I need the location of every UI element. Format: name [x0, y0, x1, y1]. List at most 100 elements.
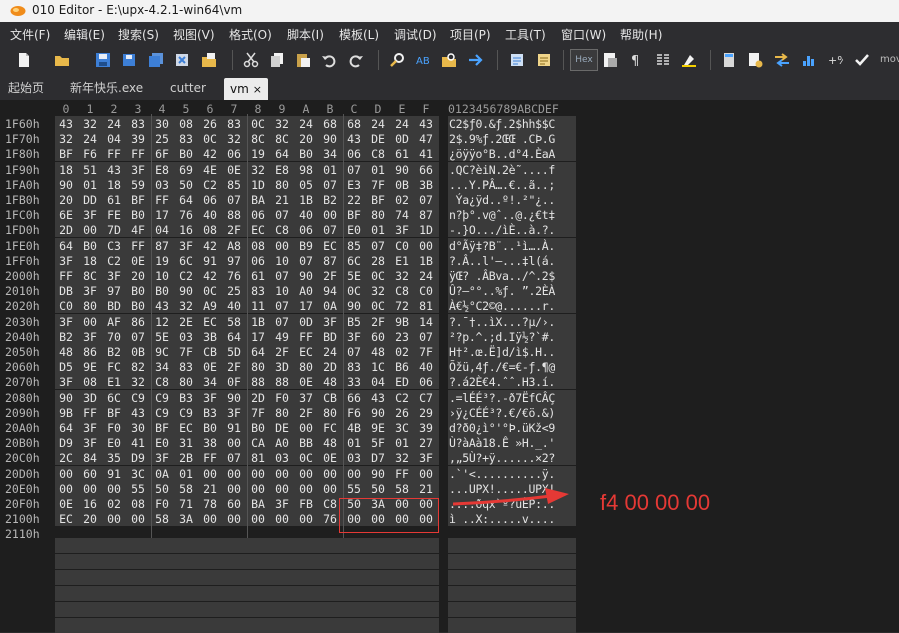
hex-byte[interactable]: B0 — [176, 147, 196, 161]
hex-byte[interactable]: 76 — [320, 512, 340, 526]
hex-byte[interactable]: 01 — [80, 178, 100, 192]
hex-byte[interactable]: 66 — [344, 391, 364, 405]
hex-byte[interactable]: FC — [104, 360, 124, 374]
hex-byte[interactable]: 41 — [416, 147, 436, 161]
hex-byte[interactable]: A8 — [224, 239, 244, 253]
hex-byte[interactable]: 37 — [296, 391, 316, 405]
hex-byte[interactable]: 3B — [416, 178, 436, 192]
hex-byte[interactable]: 78 — [200, 497, 220, 511]
hex-byte[interactable]: 00 — [224, 482, 244, 496]
menu-tools[interactable]: 工具(T) — [505, 26, 546, 43]
hex-byte[interactable]: 90 — [368, 467, 388, 481]
ascii-row[interactable]: 2$.9%ƒ.2ŒŒ .CÞ.G — [449, 132, 555, 146]
hex-byte[interactable]: 7D — [104, 223, 124, 237]
hex-byte[interactable]: 3F — [56, 375, 76, 389]
menu-script[interactable]: 脚本(I) — [287, 26, 324, 43]
hex-byte[interactable]: 02 — [392, 345, 412, 359]
hex-byte[interactable]: 3F — [104, 269, 124, 283]
hex-byte[interactable]: 76 — [224, 269, 244, 283]
menu-debug[interactable]: 调试(D) — [394, 26, 437, 43]
hex-byte[interactable]: 3D — [272, 360, 292, 374]
hex-byte[interactable]: 07 — [368, 239, 388, 253]
hex-byte[interactable]: A0 — [272, 436, 292, 450]
hex-byte[interactable]: 83 — [176, 132, 196, 146]
hex-byte[interactable]: 2B — [176, 451, 196, 465]
hex-byte[interactable]: 00 — [248, 467, 268, 481]
hex-byte[interactable]: 4B — [344, 421, 364, 435]
template-icon[interactable] — [536, 52, 552, 68]
hex-byte[interactable]: B0 — [200, 421, 220, 435]
hex-byte[interactable]: 01 — [368, 163, 388, 177]
hex-byte[interactable]: 14 — [416, 315, 436, 329]
hex-byte[interactable]: 3F — [272, 497, 292, 511]
hex-byte[interactable]: 83 — [248, 284, 268, 298]
hex-byte[interactable]: 3F — [416, 451, 436, 465]
hex-byte[interactable]: 87 — [152, 239, 172, 253]
hex-byte[interactable]: C9 — [176, 406, 196, 420]
hex-byte[interactable]: CB — [320, 391, 340, 405]
hex-byte[interactable]: 00 — [80, 482, 100, 496]
hex-byte[interactable]: 00 — [200, 467, 220, 481]
hex-byte[interactable]: FF — [128, 239, 148, 253]
hex-byte[interactable]: 07 — [224, 451, 244, 465]
hex-byte[interactable]: 58 — [392, 482, 412, 496]
hex-byte[interactable]: 5F — [368, 436, 388, 450]
hex-byte[interactable]: FF — [80, 406, 100, 420]
hex-byte[interactable]: 00 — [56, 467, 76, 481]
hex-byte[interactable]: 64 — [176, 193, 196, 207]
hex-byte[interactable]: 0E — [224, 163, 244, 177]
hex-byte[interactable]: BF — [56, 147, 76, 161]
hex-byte[interactable]: FF — [104, 147, 124, 161]
hex-byte[interactable]: 32 — [368, 284, 388, 298]
hex-byte[interactable]: 42 — [200, 239, 220, 253]
hex-byte[interactable]: E3 — [344, 178, 364, 192]
hex-byte[interactable]: 38 — [200, 436, 220, 450]
save-as-icon[interactable] — [121, 52, 137, 68]
hex-byte[interactable]: 90 — [368, 406, 388, 420]
hex-byte[interactable]: 23 — [392, 330, 412, 344]
hex-byte[interactable]: 04 — [104, 132, 124, 146]
hex-byte[interactable]: 32 — [392, 451, 412, 465]
hex-byte[interactable]: 1D — [248, 178, 268, 192]
hex-byte[interactable]: 7F — [248, 406, 268, 420]
ascii-row[interactable]: ?.Â..l'—...‡l(á. — [449, 254, 555, 268]
hex-byte[interactable]: 61 — [104, 193, 124, 207]
hex-byte[interactable]: 72 — [392, 299, 412, 313]
hex-byte[interactable]: 06 — [416, 375, 436, 389]
hex-byte[interactable]: EC — [176, 421, 196, 435]
hex-byte[interactable]: D9 — [128, 451, 148, 465]
hex-byte[interactable]: 01 — [320, 163, 340, 177]
hex-byte[interactable]: 51 — [80, 163, 100, 177]
hex-byte[interactable]: 7F — [416, 345, 436, 359]
hex-byte[interactable]: 91 — [200, 254, 220, 268]
hex-byte[interactable]: 32 — [272, 117, 292, 131]
hex-byte[interactable]: C8 — [392, 284, 412, 298]
hex-byte[interactable]: 17 — [152, 208, 172, 222]
hex-byte[interactable]: 18 — [104, 178, 124, 192]
hex-byte[interactable]: BF — [368, 193, 388, 207]
hex-byte[interactable]: 08 — [128, 497, 148, 511]
ascii-row[interactable]: Ù?àAà18.Ê »H._.' — [449, 436, 555, 450]
hex-byte[interactable]: 00 — [320, 482, 340, 496]
hex-byte[interactable]: 43 — [344, 132, 364, 146]
hex-byte[interactable]: 66 — [416, 163, 436, 177]
find-icon[interactable] — [389, 52, 405, 68]
ascii-row[interactable]: ,„5Ù?+ÿ......×2? — [449, 451, 555, 465]
hex-byte[interactable]: 8C — [248, 132, 268, 146]
hex-byte[interactable]: 32 — [56, 132, 76, 146]
hex-byte[interactable]: 49 — [272, 330, 292, 344]
hex-byte[interactable]: 31 — [176, 436, 196, 450]
hex-byte[interactable]: 48 — [56, 345, 76, 359]
hex-byte[interactable]: 00 — [272, 467, 292, 481]
hex-byte[interactable]: 07 — [128, 330, 148, 344]
hex-byte[interactable]: 35 — [104, 451, 124, 465]
menu-search[interactable]: 搜索(S) — [118, 26, 159, 43]
hex-byte[interactable]: 00 — [80, 223, 100, 237]
hex-byte[interactable]: 83 — [224, 117, 244, 131]
hex-byte[interactable]: 25 — [224, 284, 244, 298]
hex-byte[interactable]: 32 — [248, 163, 268, 177]
hex-byte[interactable]: C2 — [200, 178, 220, 192]
hex-byte[interactable]: 91 — [224, 421, 244, 435]
ascii-row[interactable]: ÿŒ? .ÂBva../^.2$ — [449, 269, 555, 283]
tab-cutter[interactable]: cutter — [170, 79, 206, 97]
